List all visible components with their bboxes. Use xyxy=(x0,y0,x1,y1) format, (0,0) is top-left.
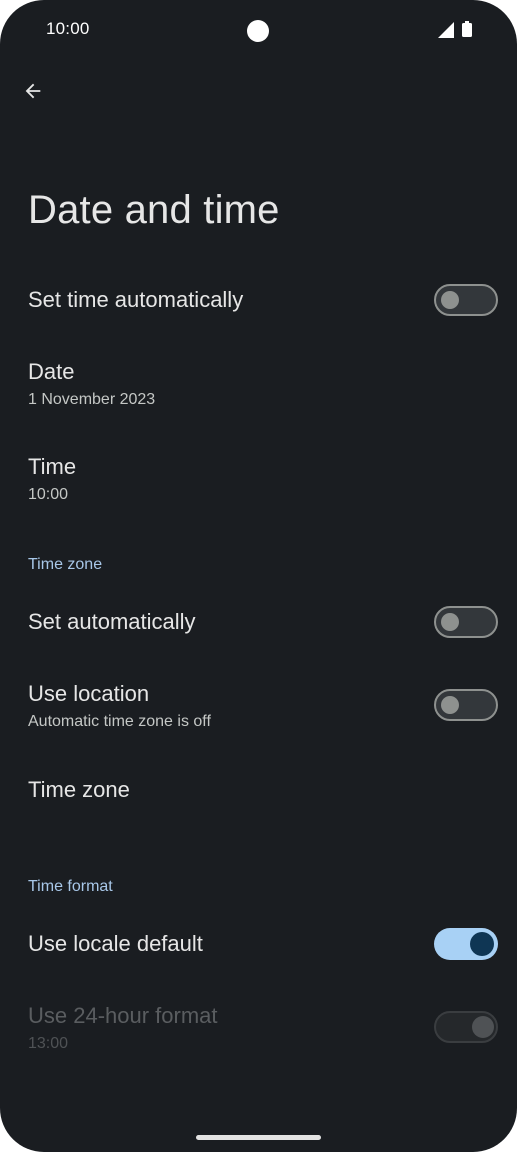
time-label: Time xyxy=(28,454,77,479)
page-title: Date and time xyxy=(28,188,280,232)
time-zone-row[interactable]: Time zone xyxy=(0,756,517,828)
status-time: 10:00 xyxy=(46,19,90,38)
use-locale-default-row[interactable]: Use locale default xyxy=(0,908,517,980)
date-row[interactable]: Date 1 November 2023 xyxy=(0,340,517,430)
set-time-automatically-row[interactable]: Set time automatically xyxy=(0,264,517,336)
use-24-hour-format-switch xyxy=(434,1011,498,1043)
status-bar: 10:00 xyxy=(0,0,517,60)
use-24-hour-format-label: Use 24-hour format xyxy=(28,1003,218,1028)
time-value: 10:00 xyxy=(28,486,69,503)
switch-thumb xyxy=(470,932,494,956)
time-row[interactable]: Time 10:00 xyxy=(0,435,517,525)
gesture-nav-handle[interactable] xyxy=(196,1135,321,1140)
signal-icon xyxy=(438,22,454,38)
set-time-automatically-label: Set time automatically xyxy=(28,287,244,312)
switch-thumb xyxy=(441,696,459,714)
set-automatically-row[interactable]: Set automatically xyxy=(0,586,517,658)
use-location-switch[interactable] xyxy=(434,689,498,721)
set-automatically-switch[interactable] xyxy=(434,606,498,638)
use-24-hour-format-row: Use 24-hour format 13:00 xyxy=(0,984,517,1074)
back-button[interactable] xyxy=(14,72,52,110)
camera-cutout xyxy=(247,20,269,42)
set-automatically-label: Set automatically xyxy=(28,609,196,634)
use-location-label: Use location xyxy=(28,681,150,706)
date-value: 1 November 2023 xyxy=(28,391,156,408)
switch-thumb xyxy=(472,1016,494,1038)
battery-icon xyxy=(462,21,472,37)
use-locale-default-switch[interactable] xyxy=(434,928,498,960)
time-zone-label: Time zone xyxy=(28,777,130,802)
phone-screen: 10:00 Date and time Set time automatical… xyxy=(0,0,517,1152)
switch-thumb xyxy=(441,613,459,631)
time-format-section-header: Time format xyxy=(28,878,113,895)
use-location-summary: Automatic time zone is off xyxy=(28,713,211,730)
time-zone-section-header: Time zone xyxy=(28,556,103,573)
use-locale-default-label: Use locale default xyxy=(28,931,203,956)
date-label: Date xyxy=(28,359,75,384)
arrow-back-icon xyxy=(25,83,41,99)
use-24-hour-format-summary: 13:00 xyxy=(28,1035,69,1052)
use-location-row[interactable]: Use location Automatic time zone is off xyxy=(0,662,517,752)
switch-thumb xyxy=(441,291,459,309)
set-time-automatically-switch[interactable] xyxy=(434,284,498,316)
